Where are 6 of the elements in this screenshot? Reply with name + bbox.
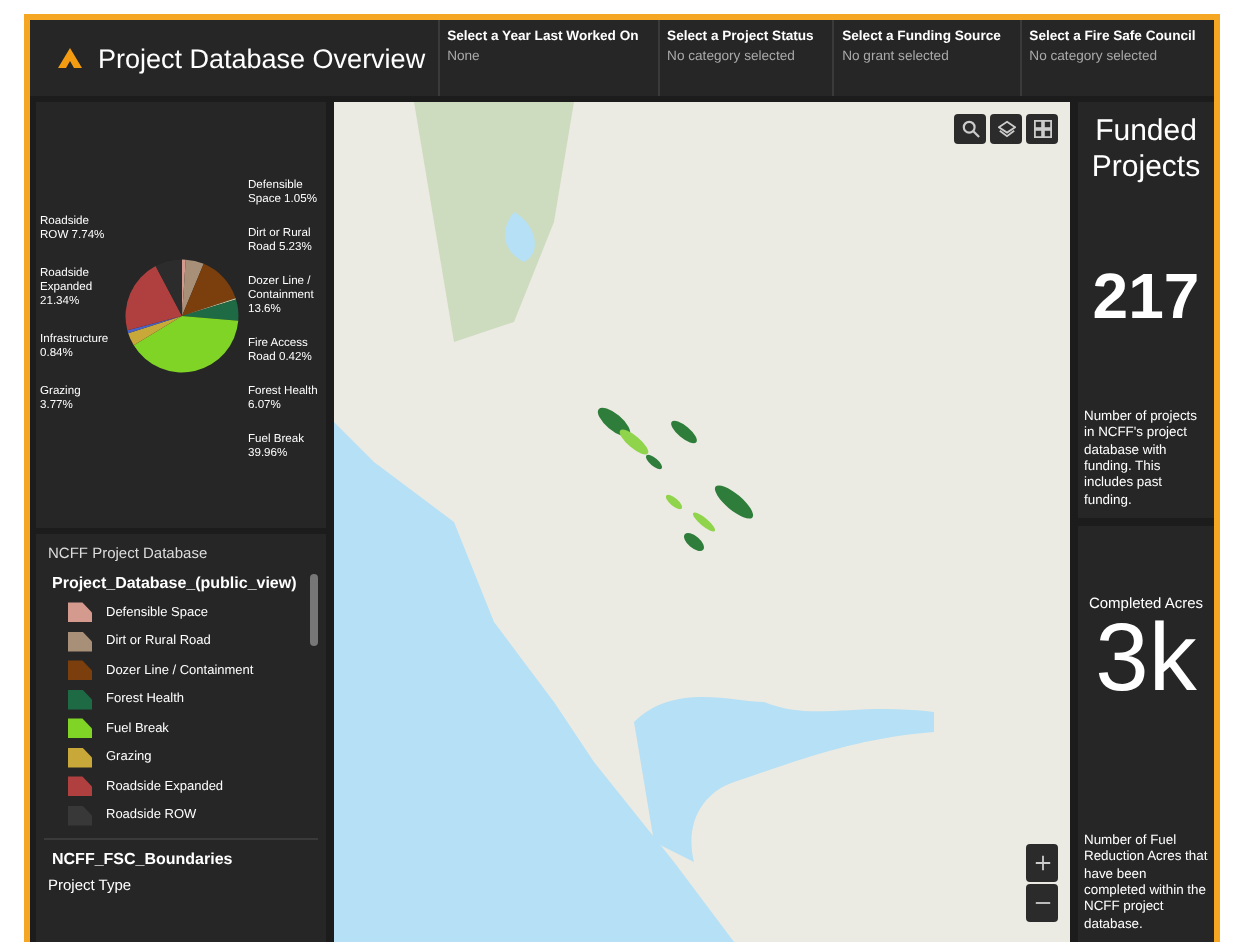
stat-value: 217	[1092, 258, 1200, 337]
dashboard-title: Project Database Overview	[98, 43, 426, 73]
stat-value: 3k	[1095, 612, 1197, 716]
layer-name: Project_Database_(public_view)	[50, 572, 299, 596]
layer-name: NCFF_FSC_Boundaries	[50, 848, 235, 872]
stat-title: Funded Projects	[1089, 114, 1203, 186]
